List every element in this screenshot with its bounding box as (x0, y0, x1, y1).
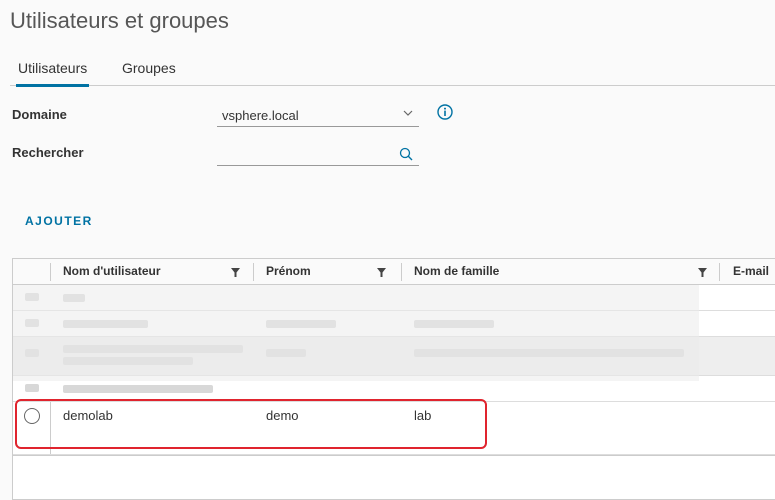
tab-groupes[interactable]: Groupes (122, 60, 176, 84)
column-separator (719, 263, 720, 281)
column-separator (401, 263, 402, 281)
domain-value: vsphere.local (222, 108, 299, 123)
info-icon[interactable] (437, 104, 453, 120)
cell-first-name: demo (266, 408, 299, 423)
column-separator (50, 263, 51, 281)
row-select-radio[interactable] (24, 408, 40, 424)
add-button[interactable]: AJOUTER (25, 214, 93, 228)
tab-bar: Utilisateurs Groupes (10, 60, 775, 87)
chevron-down-icon (403, 110, 413, 116)
filter-icon[interactable] (698, 268, 707, 277)
search-icon[interactable] (399, 147, 413, 161)
table-footer-line (13, 455, 775, 456)
cell-username: demolab (63, 408, 113, 423)
domain-select[interactable]: vsphere.local (217, 105, 419, 127)
filter-icon[interactable] (231, 268, 240, 277)
search-input[interactable] (217, 144, 396, 166)
column-header-last-name[interactable]: Nom de famille (414, 259, 499, 284)
cell-last-name: lab (414, 408, 432, 423)
column-header-first-name[interactable]: Prénom (266, 259, 311, 284)
page-title: Utilisateurs et groupes (10, 8, 229, 33)
users-table: Nom d'utilisateur Prénom Nom de famille … (12, 258, 775, 500)
filter-icon[interactable] (377, 268, 386, 277)
column-header-email[interactable]: E-mail (733, 259, 769, 284)
column-separator (50, 402, 51, 454)
table-row[interactable]: demolab demo lab (13, 402, 775, 455)
column-separator (253, 263, 254, 281)
obscured-region (13, 285, 699, 381)
domain-label: Domaine (12, 107, 67, 122)
column-header-username[interactable]: Nom d'utilisateur (63, 259, 161, 284)
search-field (217, 144, 419, 166)
table-header: Nom d'utilisateur Prénom Nom de famille … (13, 259, 775, 285)
tab-utilisateurs[interactable]: Utilisateurs (16, 60, 90, 87)
search-label: Rechercher (12, 145, 84, 160)
